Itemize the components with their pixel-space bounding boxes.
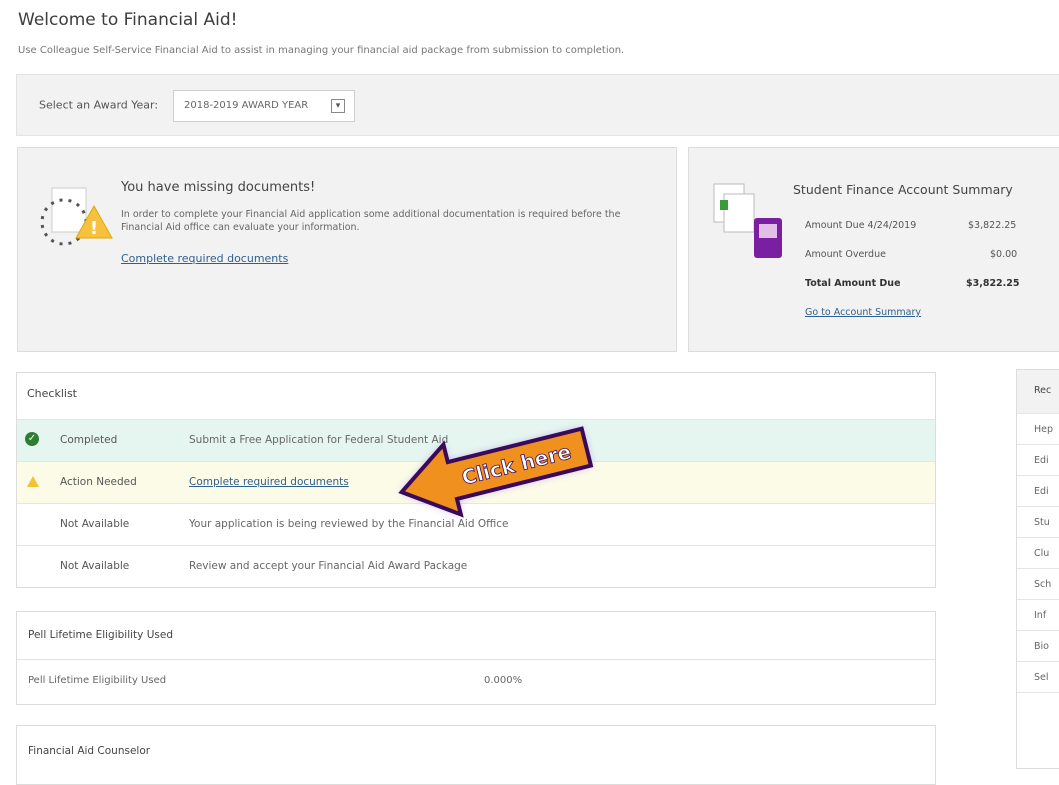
resources-header: Rec <box>1017 370 1059 414</box>
svg-text:!: ! <box>90 218 98 239</box>
click-here-arrow-callout: Click here <box>398 426 594 518</box>
checklist-title: Checklist <box>27 387 77 400</box>
resource-link[interactable]: Edi <box>1017 445 1059 476</box>
amount-due-label: Amount Due 4/24/2019 <box>805 220 917 231</box>
checklist-description: Review and accept your Financial Aid Awa… <box>189 560 468 572</box>
amount-due-value: $3,822.25 <box>968 220 1017 231</box>
checklist-status: Completed <box>60 434 118 446</box>
total-amount-due-label: Total Amount Due <box>805 278 901 289</box>
chevron-down-icon[interactable]: ▾ <box>331 99 345 113</box>
divider <box>17 659 935 660</box>
checklist-row <box>17 545 935 587</box>
award-year-label: Select an Award Year: <box>39 98 159 112</box>
resource-link[interactable]: Sel <box>1017 662 1059 693</box>
resource-link[interactable]: Sch <box>1017 569 1059 600</box>
resource-link[interactable]: Edi <box>1017 476 1059 507</box>
checklist-status: Not Available <box>60 518 130 530</box>
amount-overdue-value: $0.00 <box>990 249 1018 260</box>
complete-documents-link[interactable]: Complete required documents <box>121 252 288 265</box>
resource-link[interactable]: Inf <box>1017 600 1059 631</box>
missing-documents-title: You have missing documents! <box>121 180 316 195</box>
documents-warning-icon: ! <box>40 187 113 246</box>
total-amount-due-value: $3,822.25 <box>966 278 1020 289</box>
page-title: Welcome to Financial Aid! <box>18 10 238 30</box>
account-summary-link[interactable]: Go to Account Summary <box>805 307 921 318</box>
amount-overdue-label: Amount Overdue <box>805 249 886 260</box>
page-subtitle: Use Colleague Self-Service Financial Aid… <box>18 45 625 56</box>
award-year-selected-value: 2018-2019 AWARD YEAR <box>184 100 309 111</box>
award-year-select[interactable]: 2018-2019 AWARD YEAR <box>173 90 355 122</box>
pell-eligibility-value: 0.000% <box>484 675 523 686</box>
financial-aid-counselor-panel <box>16 725 936 785</box>
missing-documents-description: In order to complete your Financial Aid … <box>121 209 621 233</box>
resource-link[interactable]: Hep <box>1017 414 1059 445</box>
resource-link[interactable]: Clu <box>1017 538 1059 569</box>
account-summary-title: Student Finance Account Summary <box>793 182 1013 197</box>
checklist-status: Not Available <box>60 560 130 572</box>
checklist-status: Action Needed <box>60 476 137 488</box>
finance-documents-icon <box>713 183 782 258</box>
pell-eligibility-title: Pell Lifetime Eligibility Used <box>28 629 173 641</box>
pell-eligibility-panel <box>16 611 936 705</box>
pell-eligibility-label: Pell Lifetime Eligibility Used <box>28 675 167 686</box>
warning-icon <box>27 476 39 487</box>
resource-link[interactable]: Stu <box>1017 507 1059 538</box>
complete-documents-checklist-link[interactable]: Complete required documents <box>189 476 349 488</box>
check-icon: ✓ <box>25 432 39 446</box>
financial-aid-counselor-title: Financial Aid Counselor <box>28 745 151 757</box>
resource-link[interactable]: Bio <box>1017 631 1059 662</box>
missing-documents-card <box>17 147 677 352</box>
